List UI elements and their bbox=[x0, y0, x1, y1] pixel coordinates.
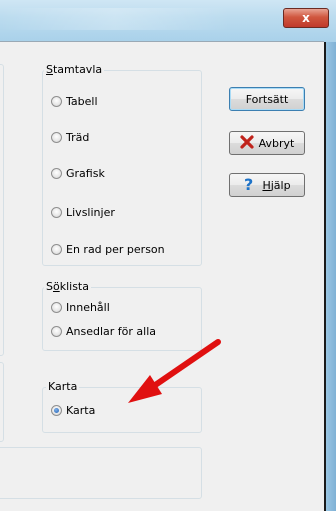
red-arrow-annotation bbox=[128, 339, 221, 403]
